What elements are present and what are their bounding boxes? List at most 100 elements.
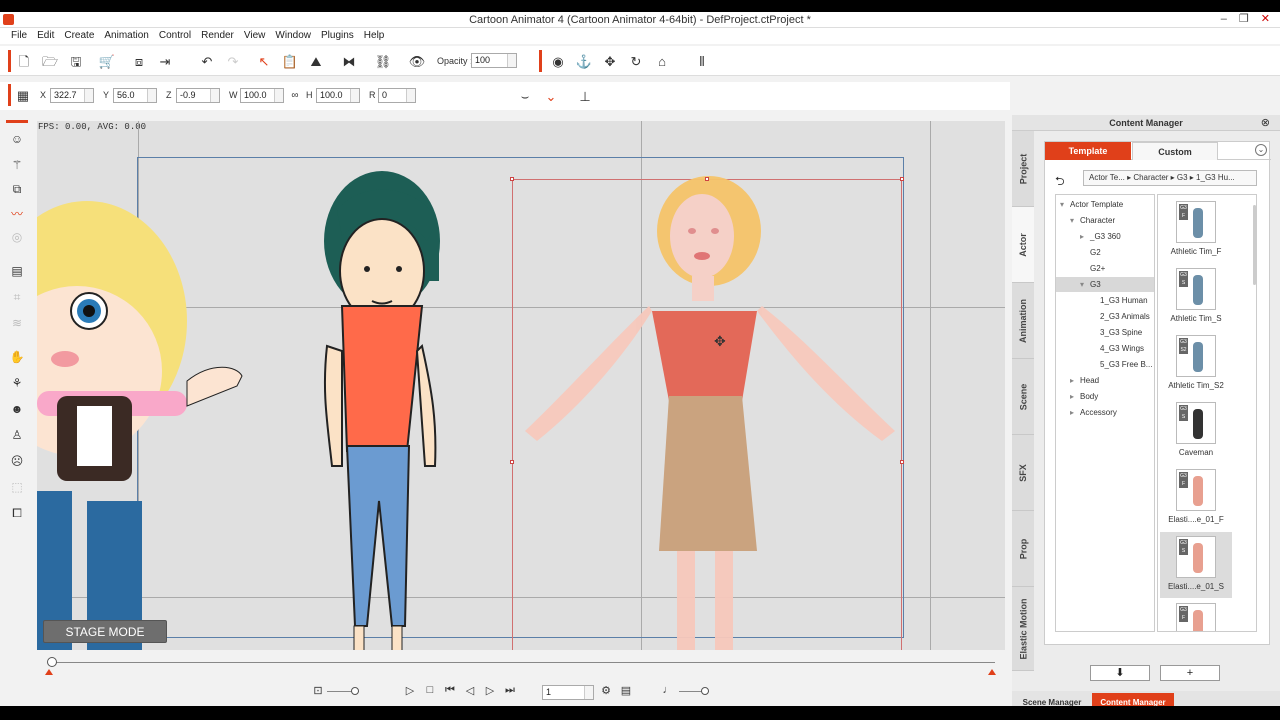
tree-item[interactable]: ▸ _G3 360: [1056, 229, 1154, 244]
tree-item[interactable]: 3_G3 Spine: [1056, 325, 1154, 340]
sprite-icon[interactable]: ⧉: [8, 180, 26, 198]
zoom-icon[interactable]: ⊡: [311, 684, 325, 697]
end-marker-icon[interactable]: [988, 669, 996, 675]
motion-icon[interactable]: ≋: [8, 314, 26, 332]
prop-icon[interactable]: ⬚: [8, 478, 26, 496]
tree-item[interactable]: ▸ Accessory: [1056, 405, 1154, 420]
play-icon[interactable]: ▷: [403, 684, 417, 697]
h-input[interactable]: 100.0: [316, 88, 360, 103]
tree-item[interactable]: 4_G3 Wings: [1056, 341, 1154, 356]
eye-icon[interactable]: 👁: [408, 52, 426, 70]
menu-plugins[interactable]: Plugins: [316, 28, 359, 44]
import-icon[interactable]: ⧈: [130, 52, 148, 70]
tree-expand-icon[interactable]: ▸: [1070, 389, 1080, 404]
tree-item[interactable]: ▾ Character: [1056, 213, 1154, 228]
download-button[interactable]: ⬇: [1090, 665, 1150, 681]
menu-view[interactable]: View: [239, 28, 271, 44]
thumbnail-item[interactable]: G3 F Elasti....e_01_F: [1160, 465, 1232, 531]
opacity-input[interactable]: 100: [471, 53, 517, 68]
tab-template[interactable]: Template: [1045, 142, 1131, 160]
thumbnail-item[interactable]: G3 F: [1160, 599, 1232, 631]
thumbnail-item[interactable]: G3 S Caveman: [1160, 398, 1232, 464]
render-icon[interactable]: ▤: [619, 684, 633, 697]
move-icon[interactable]: ✥: [601, 52, 619, 70]
side-tab-project[interactable]: Project: [1012, 131, 1034, 207]
resize-handle[interactable]: [900, 460, 904, 464]
view-icon[interactable]: ◉: [549, 52, 567, 70]
w-input[interactable]: 100.0: [240, 88, 284, 103]
menu-window[interactable]: Window: [270, 28, 316, 44]
head-icon[interactable]: ☹: [8, 452, 26, 470]
close-button[interactable]: ✕: [1261, 12, 1270, 27]
resize-handle[interactable]: [510, 177, 514, 181]
face-puppet-icon[interactable]: ☻: [8, 400, 26, 418]
back-arrow-icon[interactable]: ⮌: [1055, 172, 1065, 193]
anchor-icon[interactable]: ⚓: [575, 52, 593, 70]
face-icon[interactable]: ◎: [8, 228, 26, 246]
walk-icon[interactable]: ⚘: [8, 374, 26, 392]
save-icon[interactable]: 🖫: [67, 52, 85, 70]
redo-icon[interactable]: ↷: [224, 52, 242, 70]
menu-animation[interactable]: Animation: [99, 28, 153, 44]
thumbnail-item[interactable]: G3 F Athletic Tim_F: [1160, 197, 1232, 263]
blonde-woman-character[interactable]: [525, 176, 895, 650]
x-input[interactable]: 322.7: [50, 88, 94, 103]
menu-help[interactable]: Help: [359, 28, 390, 44]
flip-icon[interactable]: ⧓: [340, 52, 358, 70]
frame-input[interactable]: 1: [542, 685, 594, 700]
resize-handle[interactable]: [900, 177, 904, 181]
timeline-icon[interactable]: ▤: [8, 262, 26, 280]
curve-down-icon[interactable]: ⌣: [516, 87, 534, 105]
grid-icon[interactable]: ▦: [14, 86, 32, 104]
pivot-icon[interactable]: ⊥: [576, 87, 594, 105]
tree-expand-icon[interactable]: ▸: [1070, 405, 1080, 420]
tree-expand-icon[interactable]: ▾: [1060, 197, 1070, 212]
thumbnail-item[interactable]: G3 S Elasti....e_01_S: [1160, 532, 1232, 598]
clipboard-icon[interactable]: 📋: [281, 52, 299, 70]
tree-item[interactable]: ▾ Actor Template: [1056, 197, 1154, 212]
minimize-button[interactable]: –: [1221, 12, 1227, 27]
side-tab-sfx[interactable]: SFX: [1012, 435, 1034, 511]
link-icon[interactable]: ⛓: [374, 52, 392, 70]
tree-expand-icon[interactable]: ▸: [1070, 373, 1080, 388]
content-store-icon[interactable]: 🛒: [98, 52, 116, 70]
side-tab-elastic-motion[interactable]: Elastic Motion: [1012, 587, 1034, 671]
curve-red-icon[interactable]: ⌄: [542, 87, 560, 105]
first-frame-icon[interactable]: ⏮: [443, 684, 457, 697]
menu-file[interactable]: File: [6, 28, 32, 44]
side-tab-scene[interactable]: Scene: [1012, 359, 1034, 435]
side-tab-animation[interactable]: Animation: [1012, 283, 1034, 359]
stage-viewport[interactable]: FPS: 0.00, AVG: 0.00 ✥ STAGE MODE: [37, 121, 1005, 650]
add-button[interactable]: +: [1160, 665, 1220, 681]
audio-icon[interactable]: 〰: [8, 204, 26, 222]
next-frame-icon[interactable]: ▷: [483, 684, 497, 697]
tree-item[interactable]: ▸ Body: [1056, 389, 1154, 404]
stop-icon[interactable]: □: [423, 684, 437, 696]
z-input[interactable]: -0.9: [176, 88, 220, 103]
figure-icon[interactable]: ♙: [8, 426, 26, 444]
tree-expand-icon[interactable]: ▾: [1070, 213, 1080, 228]
thumbnail-scrollbar[interactable]: [1253, 205, 1256, 285]
menu-edit[interactable]: Edit: [32, 28, 59, 44]
scene-object-icon[interactable]: ⛰: [307, 52, 325, 70]
tree-item[interactable]: ▸ Head: [1056, 373, 1154, 388]
tree-item[interactable]: ▾ G3: [1056, 277, 1154, 292]
settings-gear-icon[interactable]: ⚙: [599, 684, 613, 697]
undo-icon[interactable]: ↶: [198, 52, 216, 70]
thumbnail-item[interactable]: G3 S2 Athletic Tim_S2: [1160, 331, 1232, 397]
last-frame-icon[interactable]: ⏭: [503, 684, 517, 697]
zoom-slider-knob[interactable]: [351, 687, 359, 695]
r-input[interactable]: 0: [378, 88, 416, 103]
actor-icon[interactable]: ☺: [8, 130, 26, 148]
rotate-icon[interactable]: ↻: [627, 52, 645, 70]
thumbnail-item[interactable]: G3 S Athletic Tim_S: [1160, 264, 1232, 330]
resize-handle[interactable]: [510, 460, 514, 464]
music-note-icon[interactable]: ♩: [661, 684, 675, 696]
options-chevron-icon[interactable]: ⌄: [1255, 144, 1267, 156]
hand-icon[interactable]: ✋: [8, 348, 26, 366]
breadcrumb[interactable]: Actor Te... ▸ Character ▸ G3 ▸ 1_G3 Hu..…: [1083, 170, 1257, 186]
start-marker-icon[interactable]: [45, 669, 53, 675]
open-folder-icon[interactable]: 🗁: [41, 52, 59, 70]
tree-item[interactable]: G2: [1056, 245, 1154, 260]
tree-item[interactable]: G2+: [1056, 261, 1154, 276]
